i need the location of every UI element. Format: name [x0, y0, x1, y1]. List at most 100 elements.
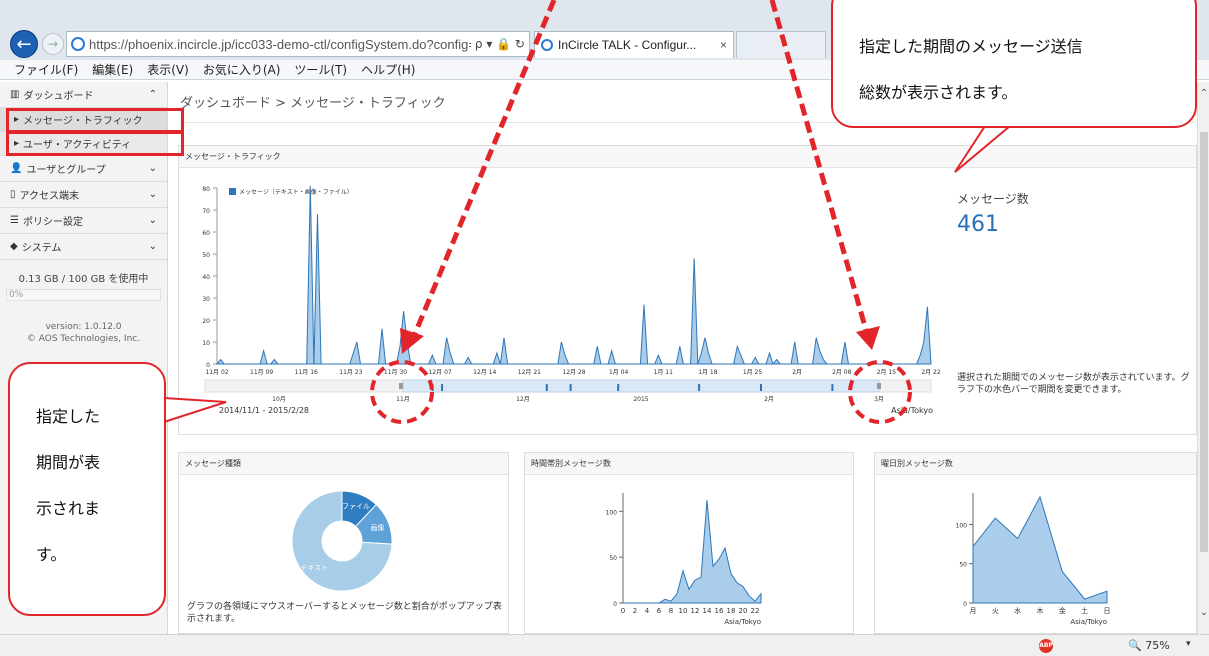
page-scrollbar[interactable]: ⌃ ⌄ [1197, 82, 1209, 634]
browser-tab[interactable]: InCircle TALK - Configur... × [534, 31, 734, 58]
y-tick-label: 100 [956, 522, 968, 529]
x-tick-label: 12月 28 [562, 369, 585, 376]
traffic-description: 選択された期間でのメッセージ数が表示されています。グラフ下の水色バーで期間を変更… [957, 373, 1190, 395]
forward-button[interactable]: → [42, 33, 64, 55]
y-tick-label: 0 [613, 601, 617, 608]
sidebar-item-policy[interactable]: ☰ ポリシー設定 ⌄ [0, 208, 167, 234]
new-tab-button[interactable] [736, 31, 826, 58]
menu-tools[interactable]: ツール(T) [294, 61, 347, 78]
navigator-selected-range [402, 379, 880, 393]
y-tick-label: 50 [959, 562, 967, 569]
back-button[interactable]: ← [10, 30, 38, 58]
traffic-chart[interactable]: 0 10 20 30 40 50 60 70 80 メッセージ（テキスト・画像・ファイル） 11月 … [179, 168, 949, 434]
x-tick-label: 16 [715, 607, 724, 615]
zoom-dropdown-icon[interactable]: ▾ [1186, 639, 1191, 649]
menu-edit[interactable]: 編集(E) [92, 61, 133, 78]
x-tick-label: 20 [739, 607, 748, 615]
y-tick-label: 40 [202, 274, 210, 281]
series-area [972, 495, 1108, 604]
message-traffic-panel: メッセージ・トラフィック 0 10 20 30 40 50 60 70 80 メッセージ（テキスト… [178, 145, 1197, 435]
message-count-value: 461 [957, 212, 999, 237]
bar-chart-icon: ▥ [10, 89, 20, 100]
sidebar-item-label: アクセス端末 [19, 191, 80, 202]
breadcrumb: ダッシュボード > メッセージ・トラフィック [180, 96, 446, 111]
highlight-box-user-activity [6, 131, 184, 156]
y-tick-label: 0 [963, 601, 967, 608]
timezone-label: Asia/Tokyo [891, 406, 933, 415]
y-tick-label: 20 [202, 318, 210, 325]
chevron-down-icon: ⌄ [148, 215, 157, 226]
x-tick-label: 2月 22 [921, 369, 941, 376]
x-tick-label: 12月 21 [518, 369, 541, 376]
panel-title: メッセージ・トラフィック [179, 146, 1196, 168]
scroll-thumb[interactable] [1200, 132, 1208, 552]
tab-close-icon[interactable]: × [720, 38, 727, 52]
x-tick-label: 土 [1081, 606, 1088, 615]
sidebar-item-dashboard[interactable]: ▥ ダッシュボード ⌃ [0, 82, 167, 108]
copyright-text: © AOS Technologies, Inc. [26, 334, 141, 344]
navigator-spike [441, 384, 444, 391]
x-tick-label: 6 [657, 607, 662, 615]
x-tick-label: 金 [1059, 606, 1066, 615]
x-tick-label: 日 [1104, 607, 1111, 615]
x-tick-label: 1月 18 [698, 369, 718, 376]
x-tick-label: 0 [621, 607, 625, 615]
hourly-chart[interactable]: 0501000 2 4 6 8 10 12 14 16 18 20 22Asia/Tokyo [525, 475, 853, 633]
policy-icon: ☰ [10, 215, 19, 226]
x-tick-label: 11月 09 [250, 369, 273, 376]
chevron-down-icon: ⌄ [148, 189, 157, 200]
adblock-icon[interactable]: ABP [1039, 639, 1053, 653]
address-tools-icon[interactable]: ρ ▾ 🔒 ↻ [471, 37, 529, 51]
x-tick-label: 14 [703, 607, 712, 615]
message-kind-chart[interactable]: ファイル画像テキスト [179, 475, 508, 599]
callout-period: 指定した 期間が表 示されま す。 [8, 362, 166, 616]
y-tick-label: 70 [202, 208, 210, 215]
callout-line: 示されま [36, 499, 101, 518]
sidebar-item-system[interactable]: ◆ システム ⌄ [0, 234, 167, 260]
url-text[interactable]: https://phoenix.incircle.jp/icc033-demo-… [89, 37, 471, 52]
callout-line: す。 [36, 545, 67, 564]
scroll-down-icon[interactable]: ⌄ [1198, 607, 1209, 618]
version-text: version: 1.0.12.0 [45, 322, 122, 332]
callout-total-count: 指定した期間のメッセージ送信 総数が表示されます。 [831, 0, 1197, 128]
navigator-label: 11月 [396, 396, 410, 403]
x-tick-label: 2月 08 [832, 369, 852, 376]
zoom-level[interactable]: 🔍 75% [1128, 639, 1170, 652]
x-tick-label: 12 [691, 607, 700, 615]
donut-slice-label: 画像 [370, 523, 384, 532]
x-tick-label: 11月 16 [295, 369, 318, 376]
x-tick-label: 2 [633, 607, 637, 615]
x-tick-label: 10 [679, 607, 688, 615]
x-tick-label: 11月 02 [205, 369, 228, 376]
sidebar-item-devices[interactable]: ▯ アクセス端末 ⌄ [0, 182, 167, 208]
timezone-label: Asia/Tokyo [724, 618, 761, 626]
navigator-spike [569, 384, 572, 391]
menu-file[interactable]: ファイル(F) [14, 61, 78, 78]
users-icon: 👤 [10, 163, 23, 174]
navigator-spike [831, 384, 834, 391]
storage-usage-text: 0.13 GB / 100 GB を使用中 [18, 274, 149, 285]
navigator-handle-end [877, 383, 881, 389]
menu-favorites[interactable]: お気に入り(A) [203, 61, 281, 78]
menu-help[interactable]: ヘルプ(H) [361, 61, 415, 78]
scroll-up-icon[interactable]: ⌃ [1198, 88, 1209, 99]
weekday-chart[interactable]: 0 50 100 月 火 水 木 金 土 日 Asia/Tokyo [875, 475, 1196, 633]
menu-view[interactable]: 表示(V) [147, 61, 189, 78]
x-tick-label: 22 [751, 607, 760, 615]
storage-usage-bar: 0% [6, 289, 161, 301]
chevron-up-icon: ⌃ [148, 89, 157, 100]
y-tick-label: 10 [202, 340, 210, 347]
traffic-series-area [215, 185, 932, 366]
address-bar[interactable]: https://phoenix.incircle.jp/icc033-demo-… [66, 31, 530, 57]
x-tick-label: 18 [727, 607, 736, 615]
sidebar-item-label: ポリシー設定 [22, 217, 83, 228]
navigator-spike [760, 384, 762, 391]
x-tick-label: 4 [645, 607, 650, 615]
weekday-panel: 曜日別メッセージ数 0 50 100 月 火 水 木 金 土 日 Asia/Tokyo [874, 452, 1197, 634]
navigator-label: 2月 [764, 396, 774, 403]
sidebar-item-label: ユーザとグループ [26, 165, 106, 176]
callout-line: 期間が表 [36, 453, 101, 472]
series-area [623, 500, 762, 604]
legend-label: メッセージ（テキスト・画像・ファイル） [239, 188, 353, 196]
sidebar-item-users-groups[interactable]: 👤 ユーザとグループ ⌄ [0, 156, 167, 182]
